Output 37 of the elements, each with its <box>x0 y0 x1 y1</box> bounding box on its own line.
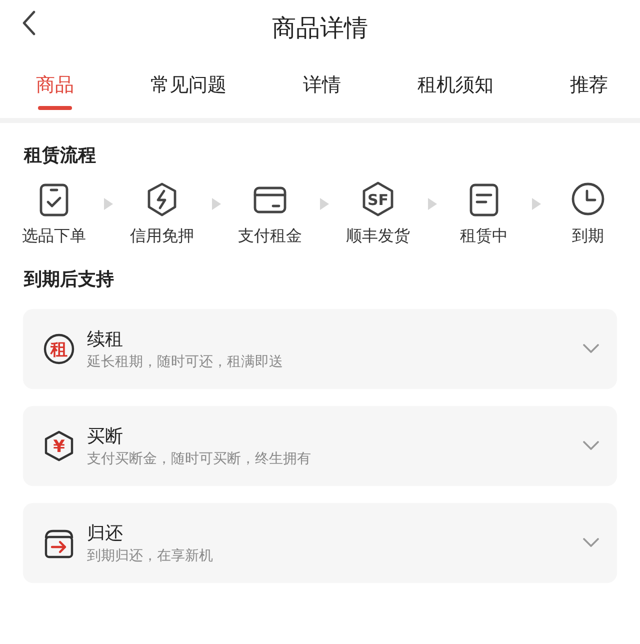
tab[interactable]: 推荐 <box>562 64 616 110</box>
tab[interactable]: 商品 <box>28 64 82 110</box>
step-label: 信用免押 <box>130 226 194 247</box>
arrow-icon <box>104 198 112 210</box>
hexagon-badge-icon: SF <box>360 181 396 218</box>
option-card[interactable]: 归还 到期归还，在享新机 <box>23 503 617 583</box>
tab[interactable]: 租机须知 <box>410 64 502 110</box>
section-title: 租赁流程 <box>24 144 97 167</box>
step-label: 选品下单 <box>22 226 86 247</box>
chevron-icon[interactable] <box>583 344 599 354</box>
step-label: 支付租金 <box>238 226 302 247</box>
circle-icon: 租 <box>43 333 75 365</box>
option-description: 支付买断金，随时可买断，终生拥有 <box>87 450 312 468</box>
arrow-icon <box>532 198 540 210</box>
tab[interactable]: 常见问题 <box>142 64 234 110</box>
clock-icon <box>570 181 606 218</box>
tab[interactable]: 详情 <box>295 64 349 110</box>
option-card[interactable]: ¥ 买断 支付买断金，随时可买断，终生拥有 <box>23 406 617 486</box>
option-description: 延长租期，随时可还，租满即送 <box>87 353 284 371</box>
step-label: 到期 <box>572 226 604 247</box>
arrow-icon <box>212 198 220 210</box>
step-label: 租赁中 <box>460 226 508 247</box>
arrow-icon <box>428 198 436 210</box>
option-card[interactable]: 租 续租 延长租期，随时可还，租满即送 <box>23 309 617 389</box>
arrow-icon <box>320 198 328 210</box>
page-title: 商品详情 <box>272 13 368 44</box>
back-icon[interactable] <box>22 10 36 36</box>
option-title: 续租 <box>87 328 124 351</box>
option-description: 到期归还，在享新机 <box>87 547 214 565</box>
section-title: 到期后支持 <box>24 268 115 291</box>
option-title: 归还 <box>87 522 124 545</box>
chevron-icon[interactable] <box>583 538 599 548</box>
chevron-icon[interactable] <box>583 441 599 451</box>
option-title: 买断 <box>87 425 124 448</box>
step-label: 顺丰发货 <box>346 226 410 247</box>
box-arrow-icon <box>43 527 75 559</box>
hexagon-icon: ¥ <box>43 430 75 462</box>
